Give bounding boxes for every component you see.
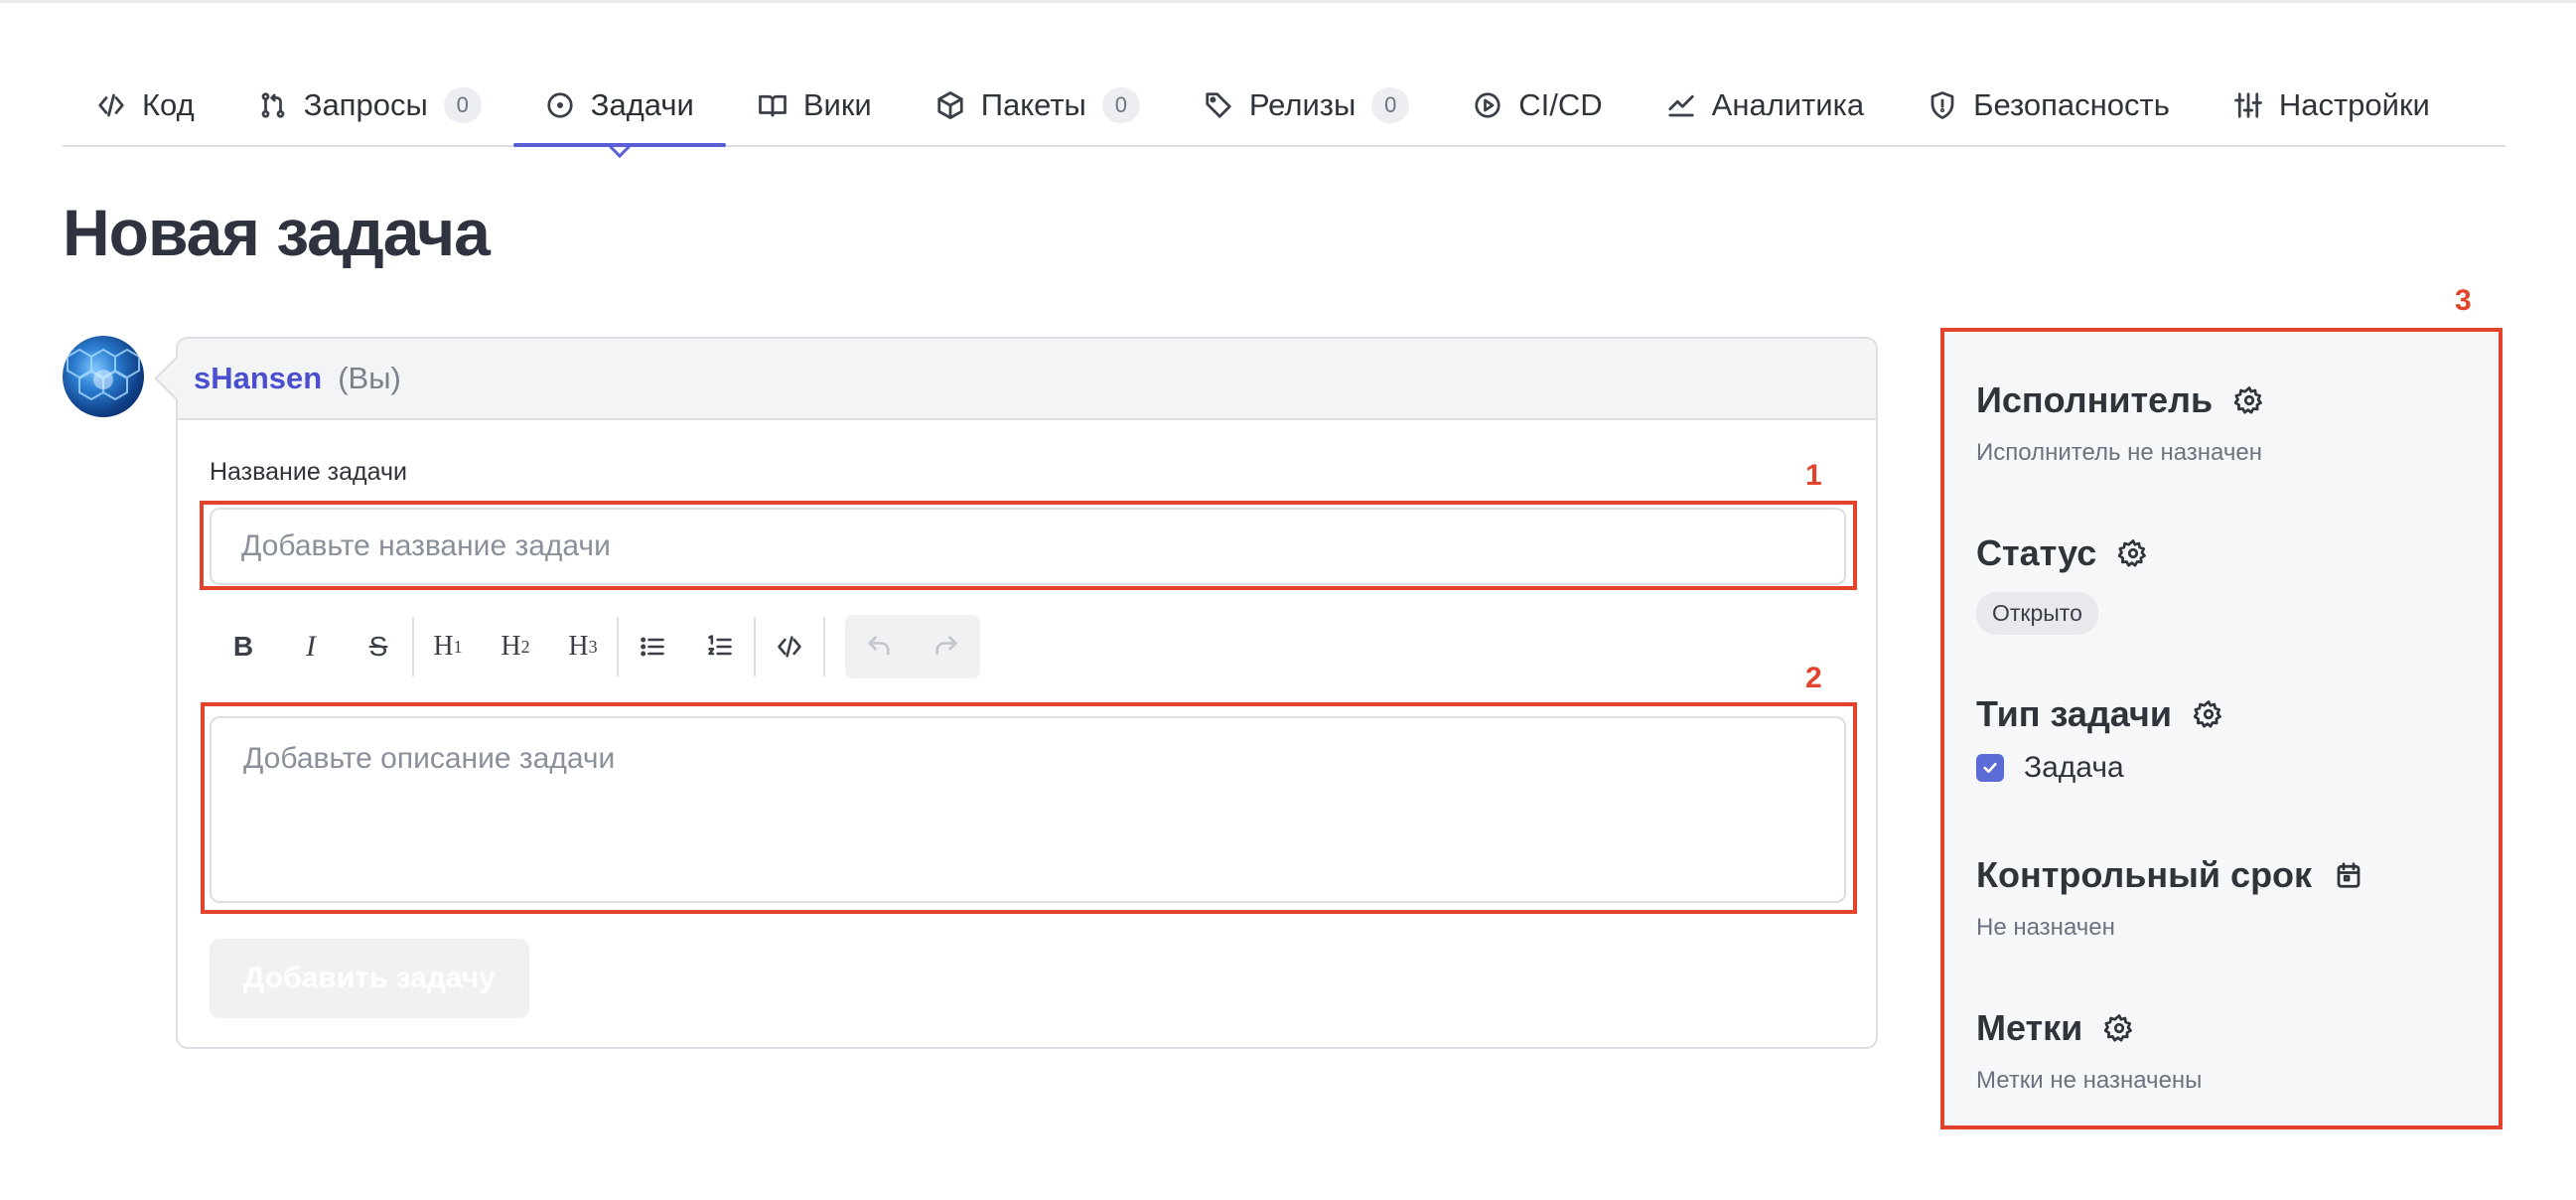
title-label: Название задачи [210, 458, 407, 486]
tab-label: Вики [802, 87, 872, 122]
numbered-list-icon [708, 635, 732, 656]
tab-label: Код [142, 87, 195, 122]
package-icon [937, 91, 963, 119]
shield-icon [1931, 91, 1954, 119]
heading-2-button[interactable]: H2 [482, 615, 549, 678]
toolbar-divider [823, 617, 825, 676]
undo-button[interactable] [845, 615, 913, 678]
tab-label: Безопасность [1973, 87, 2170, 122]
play-circle-icon [1475, 92, 1501, 118]
strikethrough-button[interactable]: S [345, 615, 412, 678]
numbered-list-button[interactable] [686, 615, 754, 678]
avatar[interactable] [63, 336, 144, 417]
tab-label: Задачи [590, 87, 694, 122]
tab-label: Настройки [2278, 87, 2430, 122]
author-suffix: (Вы) [338, 361, 401, 395]
project-tabs: Код Запросы 0 Задачи Вики Пакеты 0 Релиз… [63, 77, 2505, 147]
annotation-box-2 [201, 702, 1857, 914]
add-issue-button[interactable]: Добавить задачу [210, 939, 529, 1018]
page-title: Новая задача [63, 196, 491, 269]
code-button[interactable] [756, 615, 823, 678]
issue-icon [547, 92, 573, 118]
count-badge: 0 [1101, 87, 1140, 123]
tab-wiki[interactable]: Вики [726, 77, 904, 133]
tag-icon [1206, 92, 1231, 118]
issue-form-card: sHansen (Вы) Название задачи B I S H1 H2… [154, 337, 1878, 1049]
editor-toolbar: B I S H1 H2 H3 [210, 615, 980, 678]
card-header: sHansen (Вы) [178, 339, 1876, 420]
tab-security[interactable]: Безопасность [1896, 77, 2202, 133]
italic-button[interactable]: I [277, 615, 345, 678]
avatar-image-icon [67, 348, 140, 401]
tab-label: Пакеты [980, 87, 1086, 122]
bold-button[interactable]: B [210, 615, 277, 678]
heading-3-button[interactable]: H3 [549, 615, 617, 678]
annotation-box-3 [1940, 328, 2503, 1129]
count-badge: 0 [443, 87, 482, 123]
annotation-box-1 [200, 501, 1857, 590]
tab-analytics[interactable]: Аналитика [1635, 77, 1896, 133]
tab-code[interactable]: Код [63, 77, 226, 133]
tab-settings[interactable]: Настройки [2202, 77, 2462, 133]
heading-level: 3 [588, 636, 598, 657]
bullet-list-button[interactable] [619, 615, 686, 678]
annotation-number-1: 1 [1805, 459, 1822, 492]
sliders-icon [2233, 92, 2262, 118]
tab-label: Релизы [1248, 87, 1357, 122]
annotation-number-3: 3 [2455, 284, 2472, 317]
count-badge: 0 [1371, 87, 1410, 123]
tab-label: Аналитика [1711, 87, 1865, 122]
tab-label: Запросы [303, 87, 428, 122]
tab-issues[interactable]: Задачи [512, 77, 726, 147]
redo-button[interactable] [913, 615, 980, 678]
heading-letter: H [501, 631, 521, 662]
undo-icon [868, 636, 890, 656]
heading-1-button[interactable]: H1 [414, 615, 482, 678]
heading-letter: H [568, 631, 589, 662]
author-username[interactable]: sHansen [194, 361, 322, 396]
tab-label: CI/CD [1518, 87, 1603, 122]
code-icon [778, 636, 801, 658]
tab-packages[interactable]: Пакеты 0 [904, 77, 1172, 133]
annotation-number-2: 2 [1805, 662, 1822, 694]
tab-ci-cd[interactable]: CI/CD [1441, 77, 1634, 133]
code-icon [98, 93, 124, 117]
book-icon [758, 94, 787, 117]
chart-line-icon [1668, 94, 1694, 117]
redo-icon [935, 636, 957, 656]
top-divider [0, 0, 2576, 3]
heading-letter: H [433, 631, 454, 662]
tab-releases[interactable]: Релизы 0 [1172, 77, 1441, 133]
bullet-list-icon [641, 637, 664, 657]
tab-merge-requests[interactable]: Запросы 0 [226, 77, 513, 133]
heading-level: 1 [453, 636, 463, 657]
merge-request-icon [261, 92, 285, 118]
heading-level: 2 [520, 636, 530, 657]
